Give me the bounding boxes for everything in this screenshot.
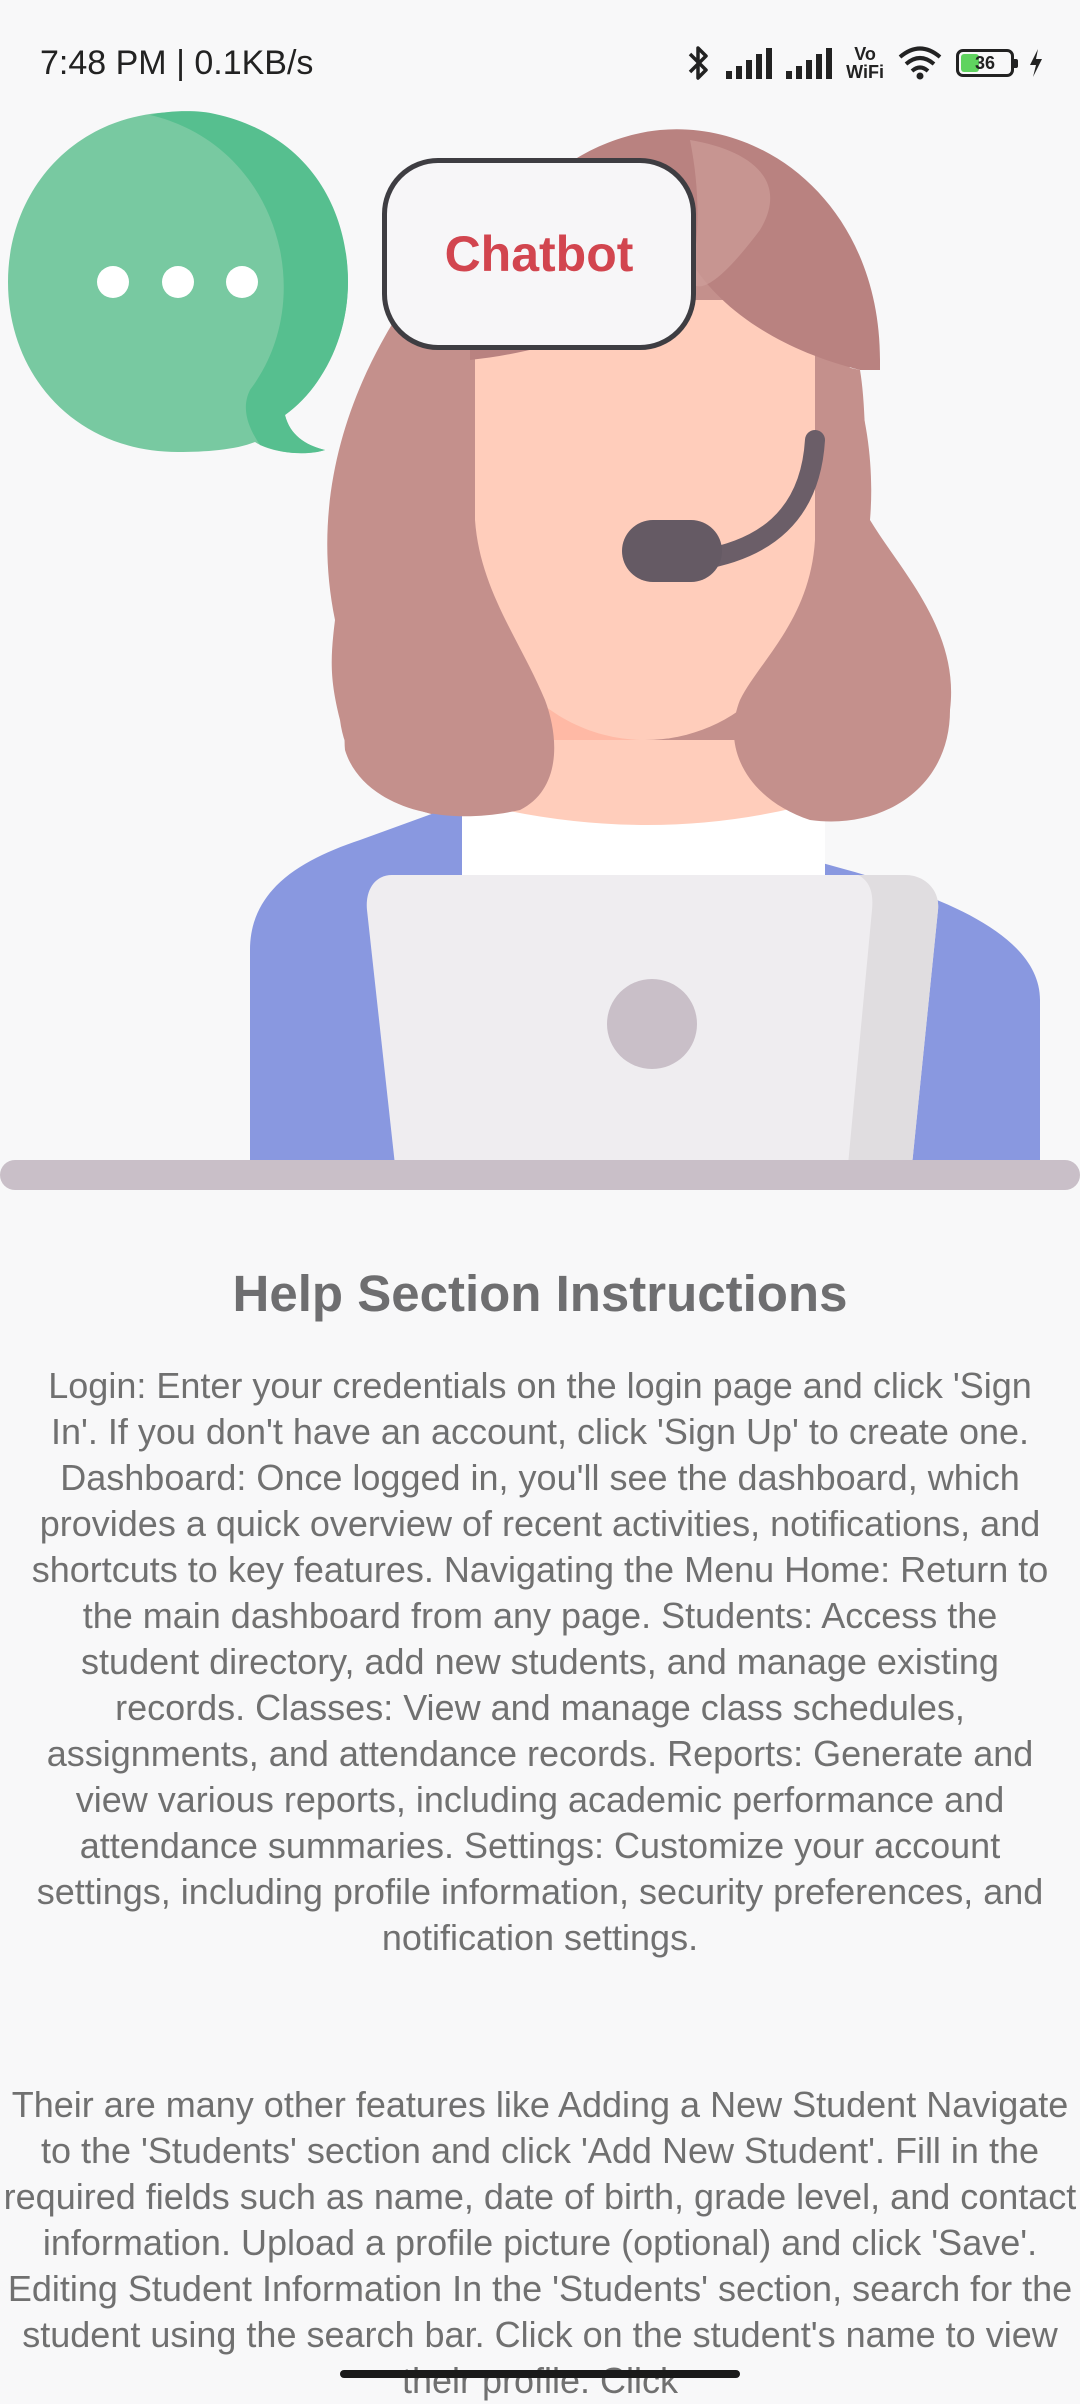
wifi-icon — [898, 46, 942, 80]
vowifi-icon: Vo WiFi — [846, 44, 884, 82]
desk — [0, 1160, 1080, 1190]
home-indicator[interactable] — [340, 2370, 740, 2378]
typing-dot — [162, 266, 194, 298]
signal-icon — [726, 47, 773, 79]
help-features-paragraph: Their are many other features like Addin… — [3, 2084, 1077, 2401]
typing-dot — [97, 266, 129, 298]
headset-mic — [622, 520, 722, 582]
help-instructions-paragraph: Login: Enter your credentials on the log… — [31, 1365, 1049, 1958]
battery-icon: 36 — [956, 49, 1018, 77]
bluetooth-icon — [688, 46, 708, 80]
laptop-logo — [607, 979, 697, 1069]
typing-dot — [226, 266, 258, 298]
status-time: 7:48 PM | 0.1KB/s — [40, 44, 314, 82]
signal-icon — [786, 47, 833, 79]
help-section-title: Help Section Instructions — [232, 1265, 848, 1322]
chatbot-button[interactable]: Chatbot — [382, 158, 696, 350]
battery-level: 36 — [974, 53, 996, 73]
charging-icon — [1030, 49, 1042, 77]
status-icons: Vo WiFi 36 — [686, 40, 1044, 86]
